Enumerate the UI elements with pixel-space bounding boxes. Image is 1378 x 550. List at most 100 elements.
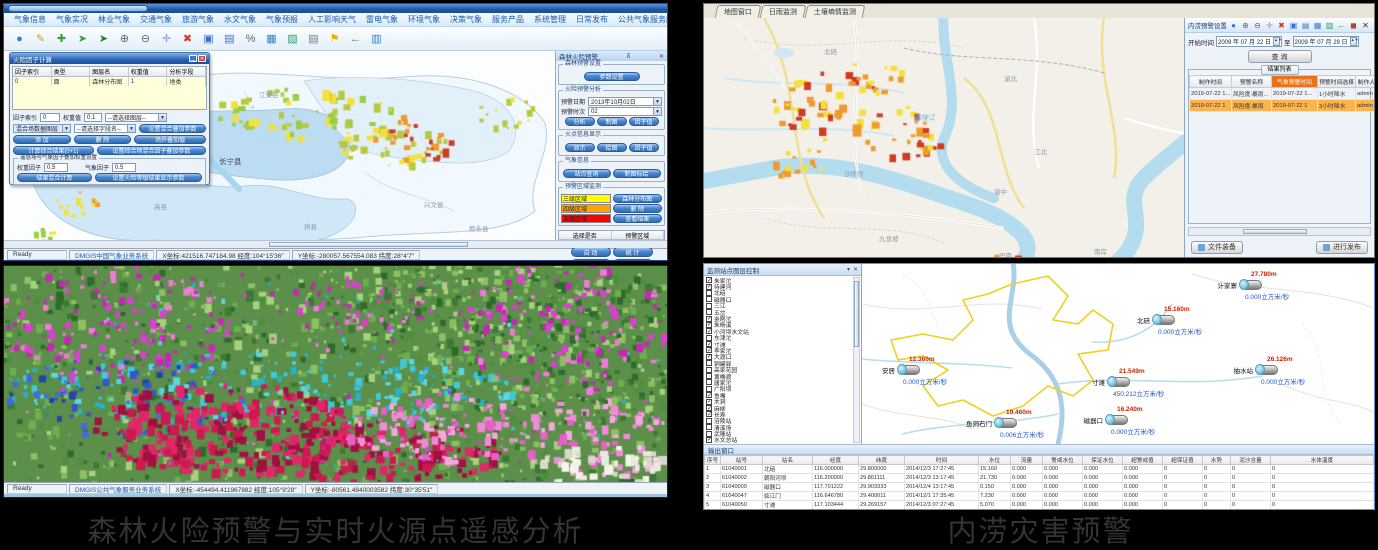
station-marker[interactable]: 抽水站 26.126m 0.000立方米/秒	[1255, 364, 1279, 375]
factor-index-input[interactable]: 0	[40, 113, 60, 122]
checkbox-icon[interactable]	[706, 354, 712, 360]
weight-input[interactable]: 0.1	[84, 113, 102, 122]
analysis-button[interactable]: 因子值	[629, 117, 659, 126]
menu-item[interactable]: 公共气象服务网	[614, 14, 668, 25]
checkbox-icon[interactable]	[706, 418, 712, 424]
toolbar-icon[interactable]: ⚑	[327, 31, 342, 46]
spinner-icon[interactable]: ▲▼	[1273, 37, 1280, 46]
region-action-button[interactable]: 森林分布图	[613, 194, 663, 203]
toolbar-icon[interactable]: ●	[12, 31, 27, 46]
wx-weight-input[interactable]: 0.5	[112, 163, 136, 172]
menu-item[interactable]: 交通气象	[136, 14, 176, 25]
map-tab[interactable]: 地图窗口	[715, 5, 762, 18]
menu-item[interactable]: 林业气象	[94, 14, 134, 25]
analysis-button[interactable]: 分析	[565, 117, 595, 126]
sidebar-scrollbar[interactable]	[1188, 227, 1371, 236]
menu-item[interactable]: 旅游气象	[178, 14, 218, 25]
layer-panel-titlebar[interactable]: 监测站点图层控制 ▾✕	[704, 264, 861, 276]
toolbar-icon[interactable]: ⊕	[117, 31, 132, 46]
station-marker[interactable]: 安居 12.360m 0.000立方米/秒	[897, 364, 921, 375]
station-data-table-wrap[interactable]: 序号站号站名经度纬度时间水位流量警戒水位保证水位超警戒值超保证值水势泥沙含量水体…	[704, 455, 1374, 509]
toolbar-icon[interactable]: ✚	[54, 31, 69, 46]
mix-layer-select[interactable]: 混合场数据图层▼	[13, 124, 71, 133]
sidebar-toolbar-icon[interactable]: ▨	[1324, 20, 1335, 31]
result-row[interactable]: 2019-07-22 1...风险度:暴雨...2019-07-22 1...1…	[1190, 88, 1376, 100]
menu-item[interactable]: 决策气象	[446, 14, 486, 25]
overlay-value-button[interactable]: 场外叠加值	[134, 135, 206, 144]
checkbox-icon[interactable]	[706, 360, 712, 366]
region-action-button[interactable]: 查看结果	[613, 214, 663, 223]
data-column-header[interactable]: 泥沙含量	[1231, 456, 1271, 465]
sidebar-toolbar-icon[interactable]: ●	[1228, 20, 1239, 31]
dock-titlebar[interactable]: 森林火险预警 ⊼ ✕	[556, 51, 667, 61]
menu-item[interactable]: 环境气象	[404, 14, 444, 25]
data-column-header[interactable]: 水势	[1203, 456, 1231, 465]
station-data-row[interactable]: 161040001北碚116.00000029.8000002014/12/3 …	[705, 465, 1374, 474]
result-column-header[interactable]: 气象预警时间	[1272, 76, 1318, 88]
sidebar-toolbar-icon[interactable]: ✖	[1276, 20, 1287, 31]
weather-button[interactable]: 站点查询	[563, 169, 611, 178]
checkbox-icon[interactable]	[706, 303, 712, 309]
display-button[interactable]: 因子值	[629, 143, 659, 152]
add-button[interactable]: 添 加	[13, 135, 71, 144]
result-column-header[interactable]: 预警时间选择	[1318, 76, 1356, 88]
station-marker[interactable]: 北碚 15.160m 0.000立方米/秒	[1152, 314, 1176, 325]
toolbar-icon[interactable]: ➤	[96, 31, 111, 46]
data-column-header[interactable]: 水位	[979, 456, 1011, 465]
data-column-header[interactable]: 站名	[763, 456, 813, 465]
data-column-header[interactable]: 保证水位	[1083, 456, 1123, 465]
station-marker[interactable]: 磁器口 16.240m 0.000立方米/秒	[1105, 414, 1129, 425]
layer-list-scrollbar[interactable]	[853, 277, 860, 443]
data-column-header[interactable]: 纬度	[859, 456, 905, 465]
map-horizontal-scrollbar[interactable]	[4, 240, 667, 248]
set-mix-params-button[interactable]: 设置混合叠加参数	[139, 124, 206, 133]
checkbox-icon[interactable]	[706, 379, 712, 385]
warning-time-select[interactable]: 02▼	[588, 107, 662, 116]
sidebar-toolbar-icon[interactable]: ▤	[1300, 20, 1311, 31]
toolbar-icon[interactable]: ✛	[159, 31, 174, 46]
checkbox-icon[interactable]	[706, 424, 712, 430]
layer-checkbox-list[interactable]: 朱家沱 待建河 北碚 磁器口 三江	[704, 276, 861, 444]
fire-factor-dialog[interactable]: 火险因子计算 ▁✕ 因子索引类型图层名权重值分析字段 0面森林分布图1地类 因子…	[9, 52, 210, 185]
result-column-header[interactable]: 制作人	[1356, 76, 1376, 88]
checkbox-icon[interactable]	[706, 437, 712, 443]
toolbar-icon[interactable]: ▦	[264, 31, 279, 46]
params-button[interactable]: 参数设置	[584, 72, 640, 81]
toolbar-icon[interactable]: ▣	[201, 31, 216, 46]
station-marker[interactable]: 鱼洞石门 19.460m 0.006立方米/秒	[994, 417, 1018, 428]
checkbox-icon[interactable]	[706, 296, 712, 302]
data-column-header[interactable]: 时间	[905, 456, 979, 465]
toolbar-icon[interactable]: %	[243, 31, 258, 46]
toolbar-icon[interactable]: ✎	[33, 31, 48, 46]
menu-item[interactable]: 气象预报	[262, 14, 302, 25]
data-column-header[interactable]: 经度	[813, 456, 859, 465]
toolbar-icon[interactable]: ⊖	[138, 31, 153, 46]
dock-action-button[interactable]: 自 动	[571, 247, 611, 257]
toolbar-icon[interactable]: ←	[348, 31, 363, 46]
sidebar-toolbar-icon[interactable]: ⊕	[1240, 20, 1251, 31]
sidebar-toolbar-icon[interactable]: ⊖	[1252, 20, 1263, 31]
checkbox-icon[interactable]	[706, 290, 712, 296]
toolbar-icon[interactable]: ▨	[285, 31, 300, 46]
dock-action-button[interactable]: 发 布	[571, 259, 611, 261]
sidebar-toolbar-icon[interactable]: ✛	[1264, 20, 1275, 31]
sidebar-toolbar-icon[interactable]: ▦	[1312, 20, 1323, 31]
menu-item[interactable]: 服务产品	[488, 14, 528, 25]
menu-item[interactable]: 日常发布	[572, 14, 612, 25]
set-level-display-button[interactable]: 设置火险等级结果显示参数	[95, 173, 202, 182]
sidebar-toolbar-icon[interactable]: ←	[1336, 20, 1347, 31]
toolbar-icon[interactable]: ✖	[180, 31, 195, 46]
menu-item[interactable]: 雷电气象	[362, 14, 402, 25]
region-action-button[interactable]: 删 除	[613, 204, 663, 213]
data-column-header[interactable]: 超警戒值	[1123, 456, 1163, 465]
station-marker[interactable]: 计家寨 27.780m 0.000立方米/秒	[1239, 279, 1263, 290]
data-column-header[interactable]: 警戒水位	[1043, 456, 1083, 465]
station-data-row[interactable]: 461040047临江门116.64678029.4000112014/12/1…	[705, 492, 1374, 501]
close-icon[interactable]: ✕	[853, 266, 858, 273]
data-column-header[interactable]: 流量	[1011, 456, 1043, 465]
window-titlebar[interactable]	[4, 4, 667, 13]
station-data-row[interactable]: 261040002朝阳河坝116.20000029.8611112014/12/…	[705, 474, 1374, 483]
factor-table[interactable]: 因子索引类型图层名权重值分析字段 0面森林分布图1地类	[12, 66, 207, 110]
menu-item[interactable]: 气象信息	[10, 14, 50, 25]
remote-sensing-image[interactable]	[4, 266, 667, 482]
